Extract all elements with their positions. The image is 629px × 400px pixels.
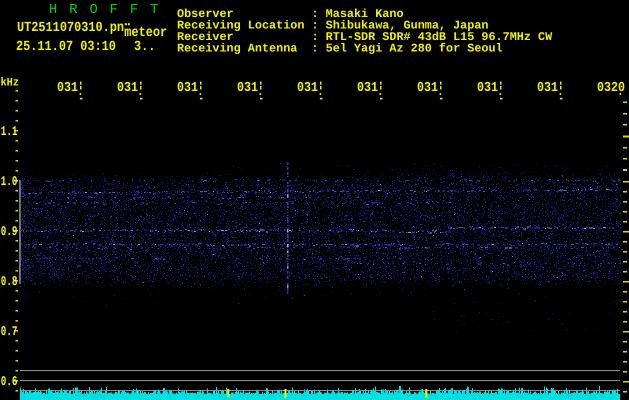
svg-text:Receiving Antenna: Receiving Antenna — [177, 42, 297, 56]
svg-text:3..: 3.. — [134, 38, 155, 54]
svg-text:H R O F F T: H R O F F T — [49, 3, 160, 18]
svg-text:031: 031 — [57, 79, 78, 95]
svg-text:031: 031 — [117, 79, 138, 95]
svg-text:0.7: 0.7 — [1, 324, 18, 340]
svg-text:031: 031 — [177, 79, 198, 95]
svg-text:0.6: 0.6 — [1, 374, 18, 390]
svg-text:031: 031 — [477, 79, 498, 95]
svg-text:: 5el Yagi Az 280 for Seoul: : 5el Yagi Az 280 for Seoul — [312, 42, 503, 56]
svg-text:kHz: kHz — [1, 76, 20, 90]
svg-text:0.9: 0.9 — [1, 224, 18, 240]
svg-text:25.11.07 03:10: 25.11.07 03:10 — [16, 38, 116, 54]
svg-text:031: 031 — [357, 79, 378, 95]
svg-text:0.8: 0.8 — [1, 274, 18, 290]
svg-text:031: 031 — [297, 79, 318, 95]
svg-text:031: 031 — [537, 79, 558, 95]
svg-text:UT2511070310.pn: UT2511070310.pn — [17, 19, 124, 35]
svg-text:1.1: 1.1 — [1, 124, 18, 140]
svg-text:031: 031 — [417, 79, 438, 95]
svg-text:031: 031 — [237, 79, 258, 95]
svg-text:1.0: 1.0 — [1, 174, 18, 190]
